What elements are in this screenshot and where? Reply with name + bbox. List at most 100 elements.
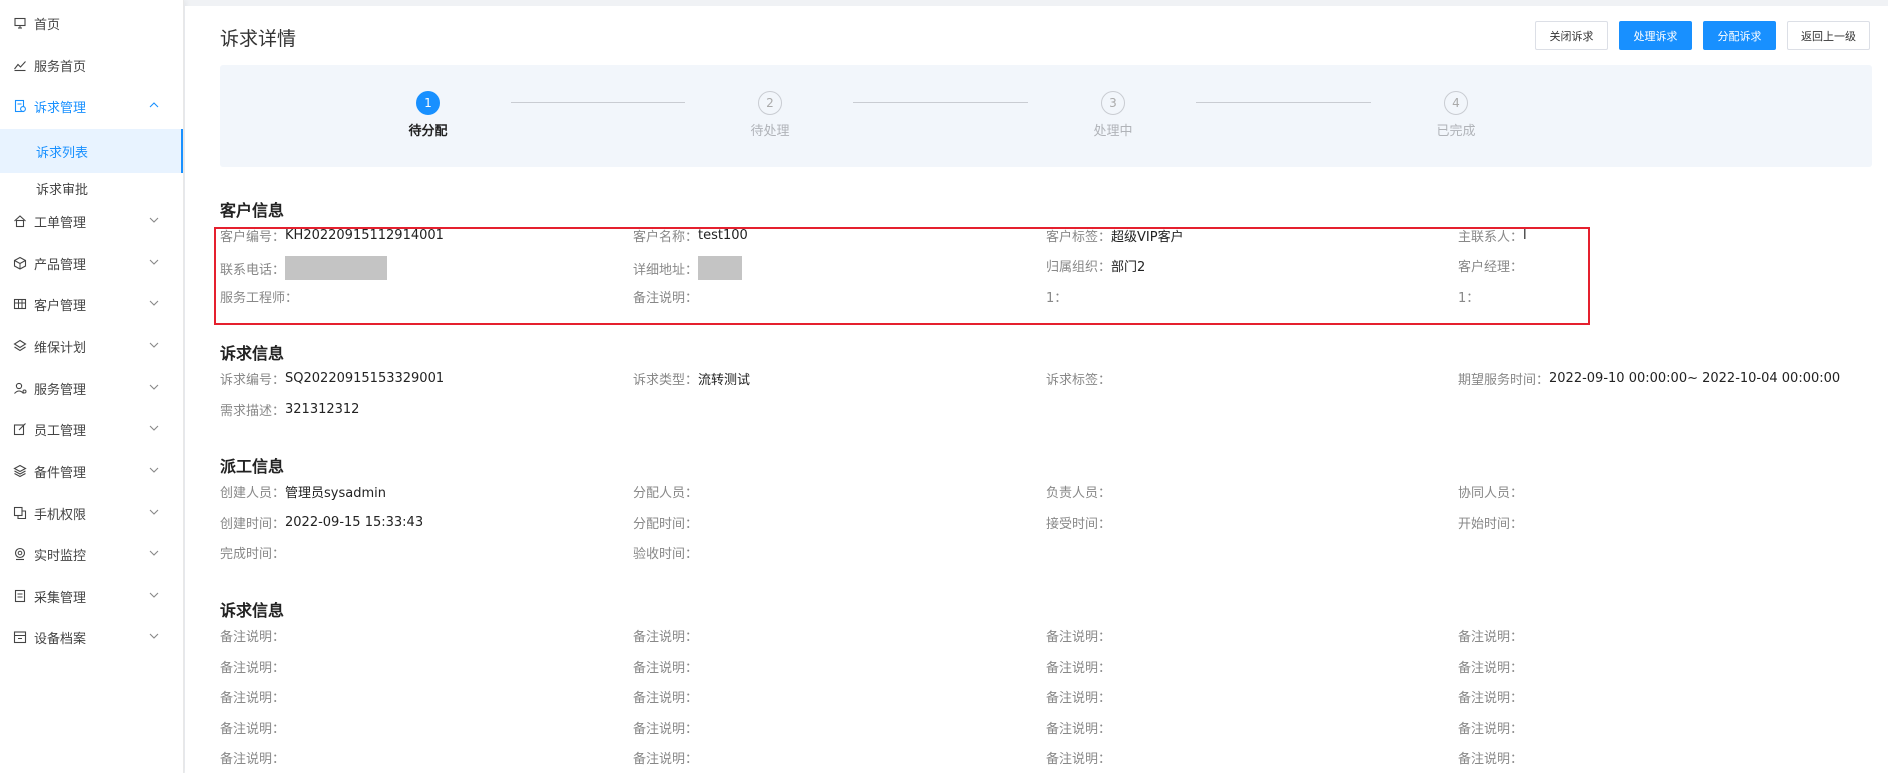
field-label: 备注说明： <box>1046 722 1112 737</box>
info-field: 诉求类型： 流转测试 <box>633 369 750 388</box>
field-value: 管理员sysadmin <box>285 486 386 501</box>
remark-field: 备注说明： <box>1046 748 1111 767</box>
field-label: 开始时间： <box>1458 517 1524 532</box>
step-label: 已完成 <box>1436 124 1476 139</box>
remark-field: 备注说明： <box>220 748 285 767</box>
sidebar-item-14[interactable]: 设备档案 <box>0 617 183 657</box>
field-value: test100 <box>698 228 748 243</box>
chevron-down-icon <box>148 589 160 601</box>
info-field: 备注说明： <box>633 287 698 306</box>
assign-request-button[interactable]: 分配诉求 <box>1703 21 1776 50</box>
info-field: 1： <box>1458 287 1479 306</box>
remark-field: 备注说明： <box>633 626 698 645</box>
info-field: 分配人员： <box>633 482 698 501</box>
step-connector <box>511 102 685 103</box>
sidebar-item-6[interactable]: 客户管理 <box>0 284 183 324</box>
info-field: 分配时间： <box>633 513 698 532</box>
info-field: 协同人员： <box>1458 482 1523 501</box>
field-label: 备注说明： <box>1046 752 1112 767</box>
sidebar-item-9[interactable]: 员工管理 <box>0 409 183 449</box>
chevron-down-icon <box>148 339 160 351</box>
page-title: 诉求详情 <box>220 28 297 50</box>
field-label: 备注说明： <box>1046 661 1112 676</box>
dispatch-info-title: 派工信息 <box>220 457 285 476</box>
sidebar-item-label: 员工管理 <box>34 423 87 439</box>
step-label: 处理中 <box>1093 124 1133 139</box>
chevron-down-icon <box>148 547 160 559</box>
field-label: 备注说明： <box>633 291 699 306</box>
chevron-down-icon <box>148 214 160 226</box>
info-field: 联系电话： <box>220 256 388 280</box>
layers-icon <box>13 339 27 353</box>
sidebar-item-5[interactable]: 产品管理 <box>0 243 183 283</box>
field-label: 备注说明： <box>220 630 286 645</box>
sidebar-item-3[interactable]: 诉求管理 <box>0 86 183 126</box>
field-label: 诉求类型： <box>633 373 699 388</box>
info-field: 诉求标签： <box>1046 369 1111 388</box>
sidebar-subitem-2[interactable]: 诉求审批 <box>0 166 183 210</box>
field-label: 诉求标签： <box>1046 373 1112 388</box>
field-label: 协同人员： <box>1458 486 1524 501</box>
step-label: 待分配 <box>408 124 448 139</box>
field-label: 详细地址： <box>633 262 699 278</box>
field-value: 部门2 <box>1111 260 1146 275</box>
sidebar-item-7[interactable]: 维保计划 <box>0 326 183 366</box>
sidebar-item-label: 维保计划 <box>34 340 87 356</box>
step-number: 4 <box>1444 91 1468 115</box>
close-request-button[interactable]: 关闭诉求 <box>1535 21 1608 50</box>
info-field: 1： <box>1046 287 1067 306</box>
info-field: 接受时间： <box>1046 513 1111 532</box>
remark-field: 备注说明： <box>633 657 698 676</box>
field-label: 备注说明： <box>633 630 699 645</box>
remark-field: 备注说明： <box>1458 657 1523 676</box>
edit-icon <box>13 422 27 436</box>
process-request-button[interactable]: 处理诉求 <box>1619 21 1692 50</box>
step-number: 3 <box>1101 91 1125 115</box>
request-remarks-title: 诉求信息 <box>220 601 285 620</box>
field-value: l <box>1523 228 1527 243</box>
chevron-up-icon <box>148 99 160 111</box>
remark-field: 备注说明： <box>220 687 285 706</box>
field-label: 备注说明： <box>633 661 699 676</box>
field-label: 1： <box>1046 291 1068 306</box>
document-icon <box>13 99 27 113</box>
field-label: 备注说明： <box>1046 630 1112 645</box>
sidebar-item-11[interactable]: 手机权限 <box>0 493 183 533</box>
sidebar-item-1[interactable]: 首页 <box>0 3 183 43</box>
chevron-down-icon <box>148 381 160 393</box>
field-label: 服务工程师： <box>220 291 299 306</box>
info-field: 需求描述： 321312312 <box>220 400 359 419</box>
field-label: 客户经理： <box>1458 260 1524 275</box>
back-button[interactable]: 返回上一级 <box>1787 21 1870 50</box>
field-label: 备注说明： <box>1458 752 1524 767</box>
sidebar-item-8[interactable]: 服务管理 <box>0 368 183 408</box>
sidebar-item-label: 备件管理 <box>34 465 87 481</box>
chevron-down-icon <box>148 464 160 476</box>
field-label: 创建时间： <box>220 517 286 532</box>
remark-field: 备注说明： <box>1458 626 1523 645</box>
info-field: 期望服务时间： 2022-09-10 00:00:00~ 2022-10-04 0… <box>1458 369 1840 388</box>
remark-field: 备注说明： <box>633 687 698 706</box>
field-label: 接受时间： <box>1046 517 1112 532</box>
info-field: 归属组织： 部门2 <box>1046 256 1145 275</box>
field-label: 备注说明： <box>1458 630 1524 645</box>
step-connector <box>1196 102 1371 103</box>
home-icon <box>13 214 27 228</box>
sidebar-item-10[interactable]: 备件管理 <box>0 451 183 491</box>
archive-icon <box>13 630 27 644</box>
field-value: 2022-09-15 15:33:43 <box>285 515 424 530</box>
field-label: 完成时间： <box>220 547 286 562</box>
sidebar-item-13[interactable]: 采集管理 <box>0 576 183 616</box>
remark-field: 备注说明： <box>1046 626 1111 645</box>
field-label: 备注说明： <box>1046 691 1112 706</box>
chevron-down-icon <box>148 256 160 268</box>
field-label: 分配人员： <box>633 486 699 501</box>
step-4: 4 已完成 <box>1406 91 1506 139</box>
remark-field: 备注说明： <box>1046 687 1111 706</box>
sidebar-item-12[interactable]: 实时监控 <box>0 534 183 574</box>
info-field: 客户经理： <box>1458 256 1523 275</box>
field-label: 需求描述： <box>220 404 286 419</box>
sidebar-item-2[interactable]: 服务首页 <box>0 45 183 85</box>
field-label: 分配时间： <box>633 517 699 532</box>
field-label: 备注说明： <box>220 752 286 767</box>
